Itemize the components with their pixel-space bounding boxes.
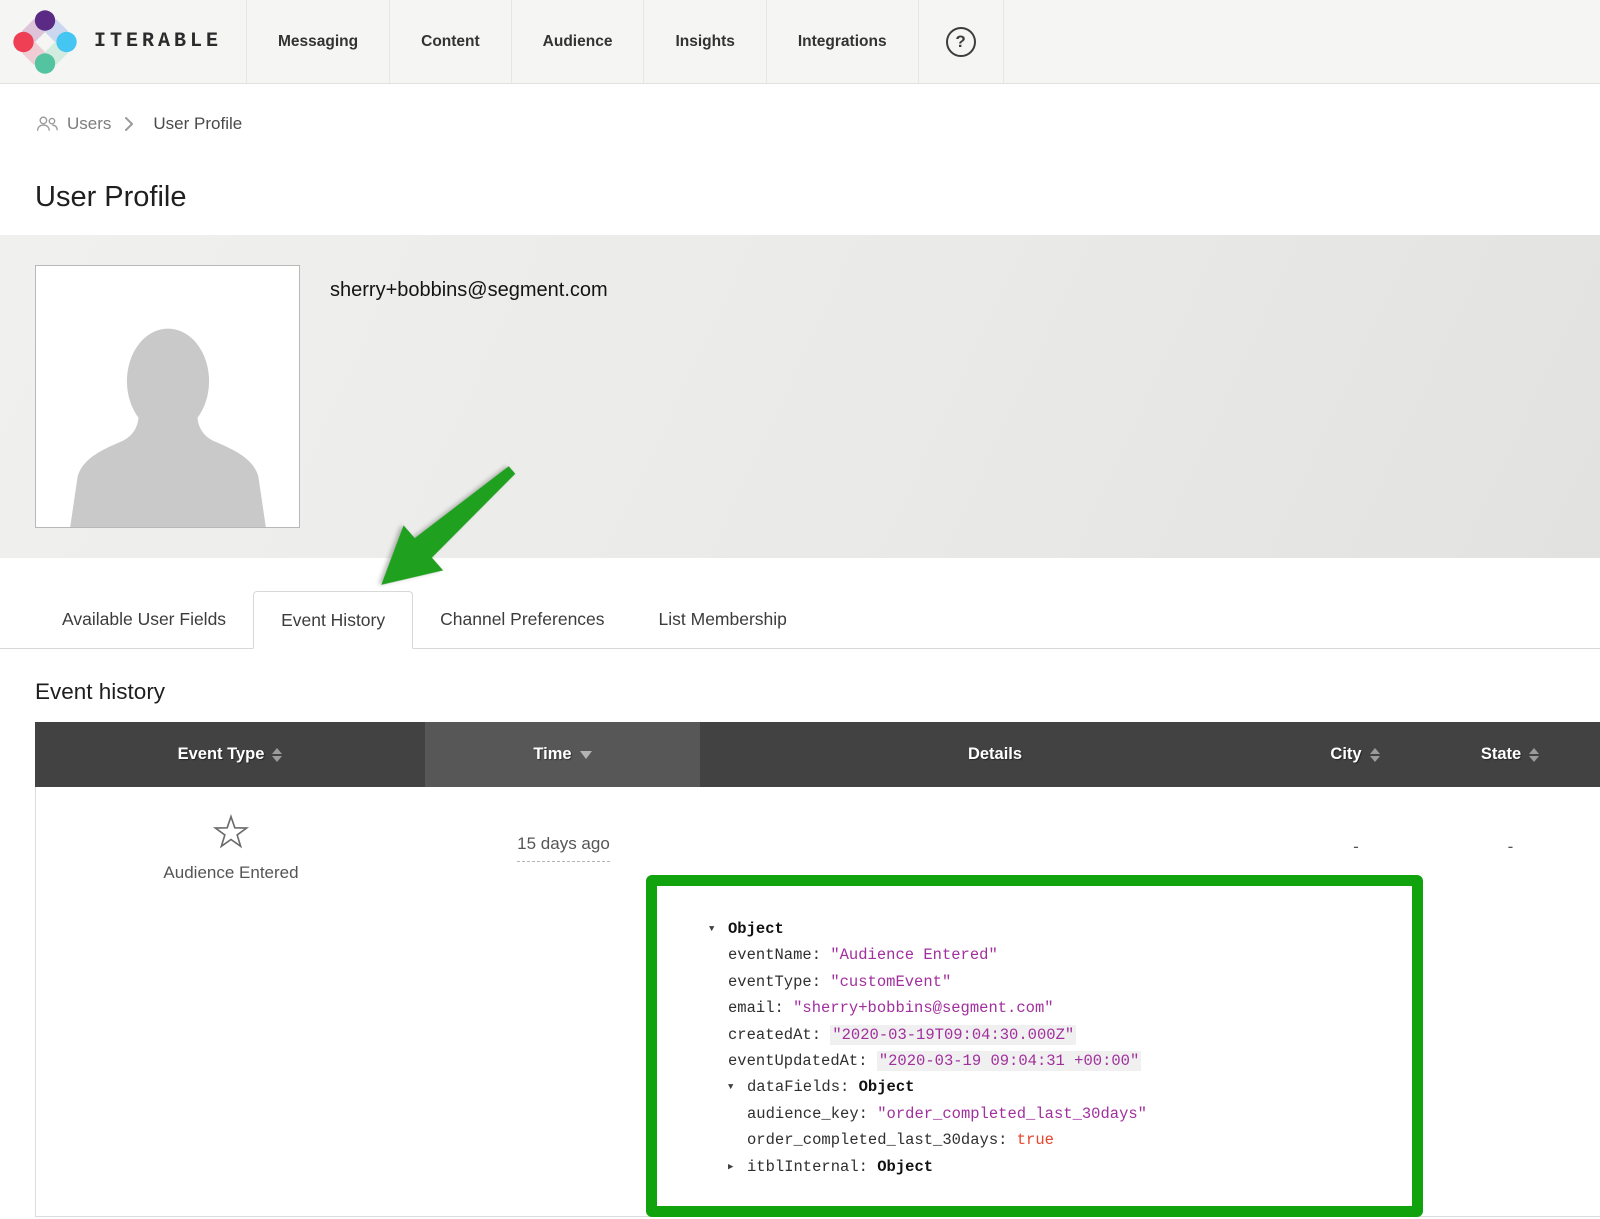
column-label: Event Type: [178, 745, 265, 764]
column-header-city[interactable]: City: [1290, 722, 1420, 787]
json-value: "sherry+bobbins@segment.com": [793, 999, 1053, 1017]
star-icon: [211, 813, 251, 851]
section-heading: Event history: [35, 679, 1600, 705]
top-navbar: ITERABLE MessagingContentAudienceInsight…: [0, 0, 1600, 84]
tab-event-history[interactable]: Event History: [253, 591, 413, 649]
json-key: audience_key:: [747, 1105, 877, 1123]
column-label: State: [1481, 745, 1521, 764]
expand-triangle-icon[interactable]: ▶: [728, 1154, 747, 1180]
relative-time-link[interactable]: 15 days ago: [517, 834, 610, 862]
breadcrumb-root-label: Users: [67, 114, 111, 134]
tab-available-user-fields[interactable]: Available User Fields: [35, 591, 253, 648]
help-icon: ?: [946, 27, 976, 57]
column-header-state[interactable]: State: [1420, 722, 1600, 787]
avatar-placeholder: [35, 265, 300, 528]
nav-items: MessagingContentAudienceInsightsIntegrat…: [246, 0, 918, 83]
nav-item-audience[interactable]: Audience: [511, 0, 644, 83]
json-key: order_completed_last_30days:: [747, 1131, 1017, 1149]
json-value: "Audience Entered": [830, 946, 997, 964]
iterable-diamond-icon: [12, 9, 78, 75]
breadcrumb: Users User Profile: [35, 114, 1600, 134]
json-line-root: ▼Object: [709, 916, 1404, 942]
json-value: "customEvent": [830, 973, 951, 991]
breadcrumb-current-label: User Profile: [153, 114, 242, 134]
sort-arrows-icon: [1370, 748, 1380, 762]
event-type-cell: Audience Entered: [36, 787, 426, 1216]
json-value: "2020-03-19T09:04:30.000Z": [830, 1025, 1076, 1045]
chevron-right-icon: [124, 116, 134, 132]
json-line-itblinternal: ▶itblInternal: Object: [709, 1154, 1404, 1180]
profile-hero: sherry+bobbins@segment.com: [0, 235, 1600, 558]
sort-desc-icon: [580, 751, 592, 759]
sort-arrows-icon: [272, 748, 282, 762]
json-value: Object: [877, 1158, 933, 1176]
column-label: Time: [533, 745, 571, 764]
json-line-email: email: "sherry+bobbins@segment.com": [709, 995, 1404, 1021]
json-line-datafields: ▼dataFields: Object: [709, 1074, 1404, 1100]
column-label: City: [1330, 745, 1361, 764]
table-row: Audience Entered 15 days ago - - ▼Object…: [35, 787, 1600, 1217]
json-value: true: [1017, 1131, 1054, 1149]
json-key: eventType:: [728, 973, 830, 991]
column-header-event-type[interactable]: Event Type: [35, 722, 425, 787]
json-line-eventtype: eventType: "customEvent": [709, 969, 1404, 995]
sort-arrows-icon: [1529, 748, 1539, 762]
help-button[interactable]: ?: [918, 0, 1004, 83]
state-cell: -: [1421, 787, 1600, 1216]
event-history-table: Event Type Time Details City State Audience …: [35, 722, 1600, 1217]
nav-item-insights[interactable]: Insights: [643, 0, 765, 83]
json-value: "order_completed_last_30days": [877, 1105, 1147, 1123]
column-header-details: Details: [700, 722, 1290, 787]
json-key: eventName:: [728, 946, 830, 964]
collapse-triangle-icon[interactable]: ▼: [728, 1074, 747, 1100]
event-type-label: Audience Entered: [163, 863, 298, 883]
json-line-eventname: eventName: "Audience Entered": [709, 942, 1404, 968]
nav-item-content[interactable]: Content: [389, 0, 511, 83]
person-silhouette-icon: [53, 299, 283, 528]
profile-tabs: Available User FieldsEvent HistoryChanne…: [0, 558, 1600, 649]
json-value: "2020-03-19 09:04:31 +00:00": [877, 1051, 1141, 1071]
profile-email: sherry+bobbins@segment.com: [330, 279, 608, 302]
nav-item-integrations[interactable]: Integrations: [766, 0, 918, 83]
breadcrumb-users-link[interactable]: Users: [35, 114, 111, 134]
annotation-box-details-json: ▼ObjecteventName: "Audience Entered"even…: [646, 875, 1423, 1217]
column-label: Details: [968, 745, 1022, 764]
json-key: createdAt:: [728, 1026, 830, 1044]
iterable-logo[interactable]: ITERABLE: [0, 0, 246, 83]
table-header: Event Type Time Details City State: [35, 722, 1600, 787]
json-key: eventUpdatedAt:: [728, 1052, 877, 1070]
json-line-createdat: createdAt: "2020-03-19T09:04:30.000Z": [709, 1022, 1404, 1048]
tab-list-membership[interactable]: List Membership: [632, 591, 814, 648]
column-header-time[interactable]: Time: [425, 722, 700, 787]
collapse-triangle-icon[interactable]: ▼: [709, 916, 728, 942]
json-value: Object: [728, 920, 784, 938]
tab-channel-preferences[interactable]: Channel Preferences: [413, 591, 631, 648]
json-line-order-completed-last-30days: order_completed_last_30days: true: [709, 1127, 1404, 1153]
json-line-eventupdatedat: eventUpdatedAt: "2020-03-19 09:04:31 +00…: [709, 1048, 1404, 1074]
json-line-audience-key: audience_key: "order_completed_last_30da…: [709, 1101, 1404, 1127]
users-icon: [35, 115, 59, 133]
json-key: email:: [728, 999, 793, 1017]
json-value: Object: [859, 1078, 915, 1096]
brand-wordmark: ITERABLE: [94, 30, 222, 53]
nav-item-messaging[interactable]: Messaging: [246, 0, 389, 83]
json-key: dataFields:: [747, 1078, 859, 1096]
json-key: itblInternal:: [747, 1158, 877, 1176]
page-title: User Profile: [35, 180, 1600, 214]
